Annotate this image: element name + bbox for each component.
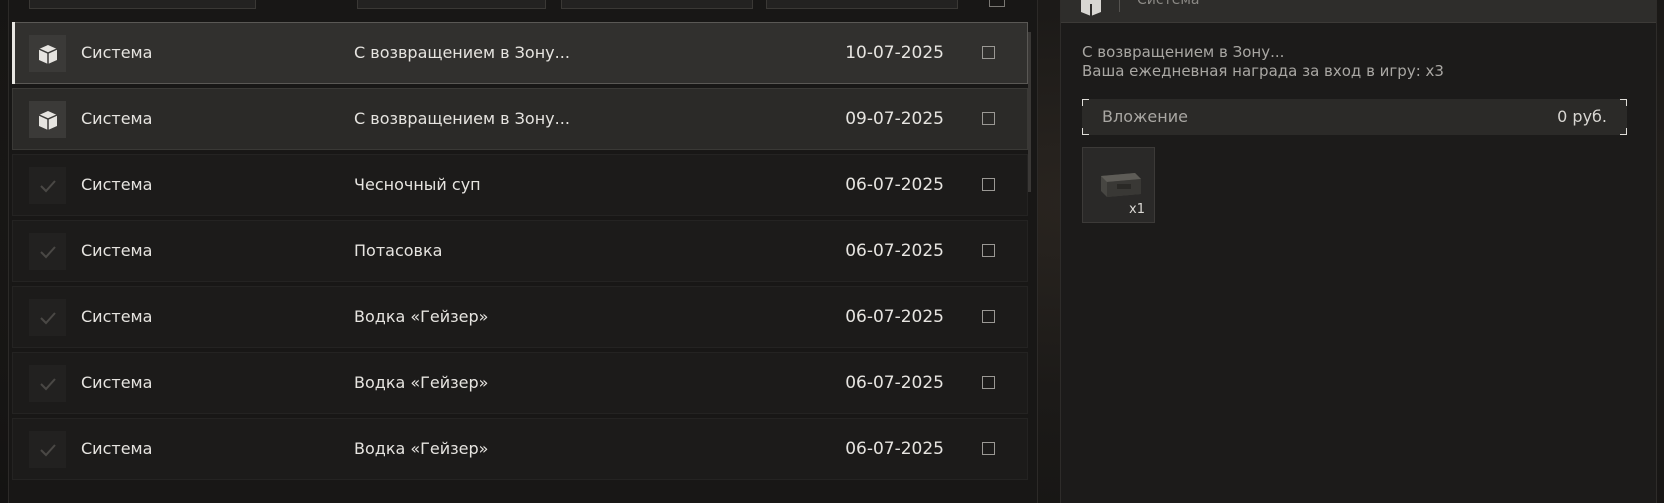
row-checkbox[interactable] (982, 178, 995, 191)
row-subject: С возвращением в Зону... (354, 109, 570, 128)
row-date: 06-07-2025 (845, 241, 944, 261)
row-date: 06-07-2025 (845, 307, 944, 327)
mail-row[interactable]: Система Водка «Гейзер» 06-07-2025 (12, 418, 1028, 480)
filter-dropdown-2[interactable] (561, 0, 753, 9)
ammo-box-icon (1101, 173, 1141, 197)
mail-row[interactable]: Система Водка «Гейзер» 06-07-2025 (12, 286, 1028, 348)
detail-header: Система (1061, 0, 1656, 23)
frame-corner (1082, 128, 1089, 135)
row-subject: Водка «Гейзер» (354, 439, 489, 458)
frame-corner (1620, 128, 1627, 135)
box-icon (29, 101, 66, 138)
check-icon (29, 365, 66, 402)
row-checkbox[interactable] (982, 376, 995, 389)
list-header (9, 0, 1037, 20)
row-sender: Система (81, 241, 153, 260)
filter-dropdown-1[interactable] (357, 0, 546, 9)
row-sender: Система (81, 43, 153, 62)
attachment-label: Вложение (1102, 107, 1188, 126)
row-date: 09-07-2025 (845, 109, 944, 129)
row-subject: Чесночный суп (354, 175, 481, 194)
message-detail-panel: Система С возвращением в Зону... Ваша еж… (1060, 0, 1657, 503)
frame-corner (1082, 99, 1089, 106)
list-scrollbar[interactable] (1028, 32, 1031, 192)
filter-dropdown-3[interactable] (766, 0, 958, 9)
row-sender: Система (81, 307, 153, 326)
row-subject: Водка «Гейзер» (354, 373, 489, 392)
row-sender: Система (81, 373, 153, 392)
header-separator (1119, 0, 1120, 12)
row-date: 10-07-2025 (845, 43, 944, 63)
message-line-1: С возвращением в Зону... (1082, 43, 1285, 61)
row-subject: Водка «Гейзер» (354, 307, 489, 326)
mail-row[interactable]: Система С возвращением в Зону... 10-07-202… (12, 22, 1028, 84)
mail-row[interactable]: Система С возвращением в Зону... 09-07-202… (12, 88, 1028, 150)
frame-corner (1620, 99, 1627, 106)
mail-row[interactable]: Система Водка «Гейзер» 06-07-2025 (12, 352, 1028, 414)
item-quantity: x1 (1129, 202, 1145, 217)
check-icon (29, 299, 66, 336)
search-field[interactable] (29, 0, 256, 9)
row-subject: Потасовка (354, 241, 443, 260)
row-checkbox[interactable] (982, 244, 995, 257)
mail-row[interactable]: Система Потасовка 06-07-2025 (12, 220, 1028, 282)
row-date: 06-07-2025 (845, 175, 944, 195)
row-date: 06-07-2025 (845, 439, 944, 459)
row-checkbox[interactable] (982, 46, 995, 59)
row-checkbox[interactable] (982, 442, 995, 455)
row-subject: С возвращением в Зону... (354, 43, 570, 62)
select-all-checkbox[interactable] (989, 0, 1005, 7)
row-date: 06-07-2025 (845, 373, 944, 393)
row-sender: Система (81, 175, 153, 194)
box-icon (1077, 0, 1105, 20)
attachment-item-slot[interactable]: x1 (1082, 147, 1155, 223)
mail-list-panel: Система С возвращением в Зону... 10-07-202… (8, 0, 1038, 503)
message-line-2: Ваша ежедневная награда за вход в игру: … (1082, 62, 1444, 80)
check-icon (29, 431, 66, 468)
mail-row[interactable]: Система Чесночный суп 06-07-2025 (12, 154, 1028, 216)
row-checkbox[interactable] (982, 112, 995, 125)
row-sender: Система (81, 109, 153, 128)
attachment-bar: Вложение 0 руб. (1082, 99, 1627, 135)
box-icon (29, 35, 66, 72)
detail-sender: Система (1137, 0, 1200, 8)
check-icon (29, 233, 66, 270)
row-sender: Система (81, 439, 153, 458)
row-checkbox[interactable] (982, 310, 995, 323)
check-icon (29, 167, 66, 204)
attachment-amount: 0 руб. (1557, 107, 1607, 126)
